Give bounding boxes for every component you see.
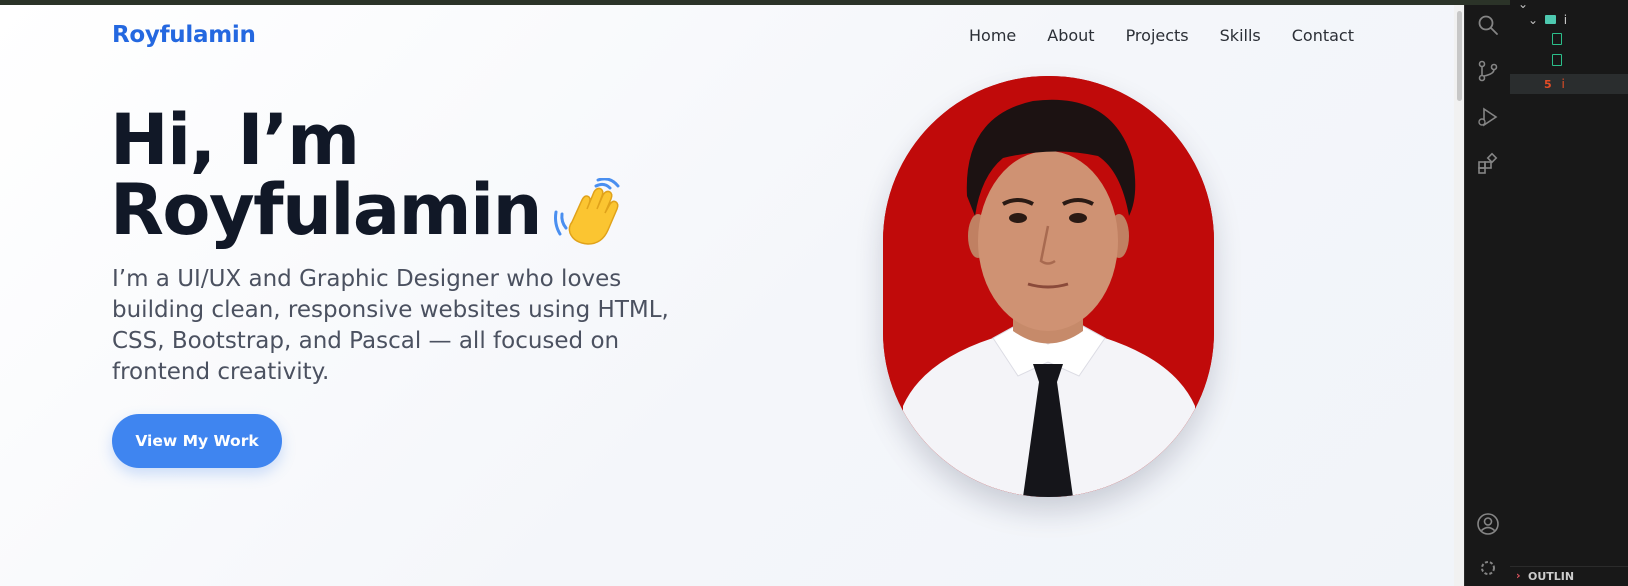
run-debug-icon[interactable] [1476, 105, 1500, 129]
hero-title: Hi, I’m Royfulamin [110, 99, 542, 251]
profile-photo [883, 76, 1214, 497]
explorer-subfolder-row[interactable]: ⌄ i [1528, 10, 1567, 30]
html-file-icon: 5 [1544, 78, 1552, 91]
hero-title-line-2: Royfulamin [110, 169, 542, 251]
chevron-right-icon: › [1516, 569, 1521, 582]
explorer-image-file-row[interactable] [1552, 52, 1562, 72]
image-file-icon [1552, 54, 1562, 66]
folder-icon [1544, 15, 1556, 24]
explorer-html-file-row[interactable]: 5 i [1510, 74, 1628, 94]
account-icon[interactable] [1476, 512, 1500, 536]
scrollbar-thumb[interactable] [1457, 11, 1462, 101]
view-my-work-button[interactable]: View My Work [112, 414, 282, 468]
page-scrollbar[interactable] [1454, 5, 1464, 586]
outline-section-header[interactable]: › OUTLIN [1510, 566, 1628, 586]
image-file-icon [1552, 33, 1562, 45]
nav-contact-link[interactable]: Contact [1292, 26, 1354, 45]
explorer-folder-row[interactable]: ⌄ [1518, 0, 1528, 14]
hero-title-line-1: Hi, I’m [110, 99, 360, 181]
editor-activity-bar [1464, 5, 1510, 586]
nav-about-link[interactable]: About [1047, 26, 1094, 45]
website-viewport: Royfulamin Home About Projects Skills Co… [0, 5, 1464, 586]
waving-hand-icon [554, 178, 620, 245]
settings-gear-icon[interactable] [1476, 556, 1500, 576]
chevron-down-icon: ⌄ [1518, 0, 1529, 11]
hero-description: I’m a UI/UX and Graphic Designer who lov… [112, 266, 669, 385]
main-nav: Home About Projects Skills Contact [969, 26, 1354, 45]
brand-logo[interactable]: Royfulamin [112, 22, 256, 48]
nav-home-link[interactable]: Home [969, 26, 1016, 45]
extensions-icon[interactable] [1476, 152, 1500, 176]
editor-explorer-panel: ⌄ ⌄ i 5 i [1510, 0, 1628, 586]
explorer-image-file-row[interactable] [1552, 31, 1562, 51]
search-icon[interactable] [1476, 13, 1500, 37]
nav-projects-link[interactable]: Projects [1126, 26, 1189, 45]
chevron-down-icon: ⌄ [1528, 13, 1539, 27]
nav-skills-link[interactable]: Skills [1220, 26, 1261, 45]
source-control-icon[interactable] [1476, 59, 1500, 83]
